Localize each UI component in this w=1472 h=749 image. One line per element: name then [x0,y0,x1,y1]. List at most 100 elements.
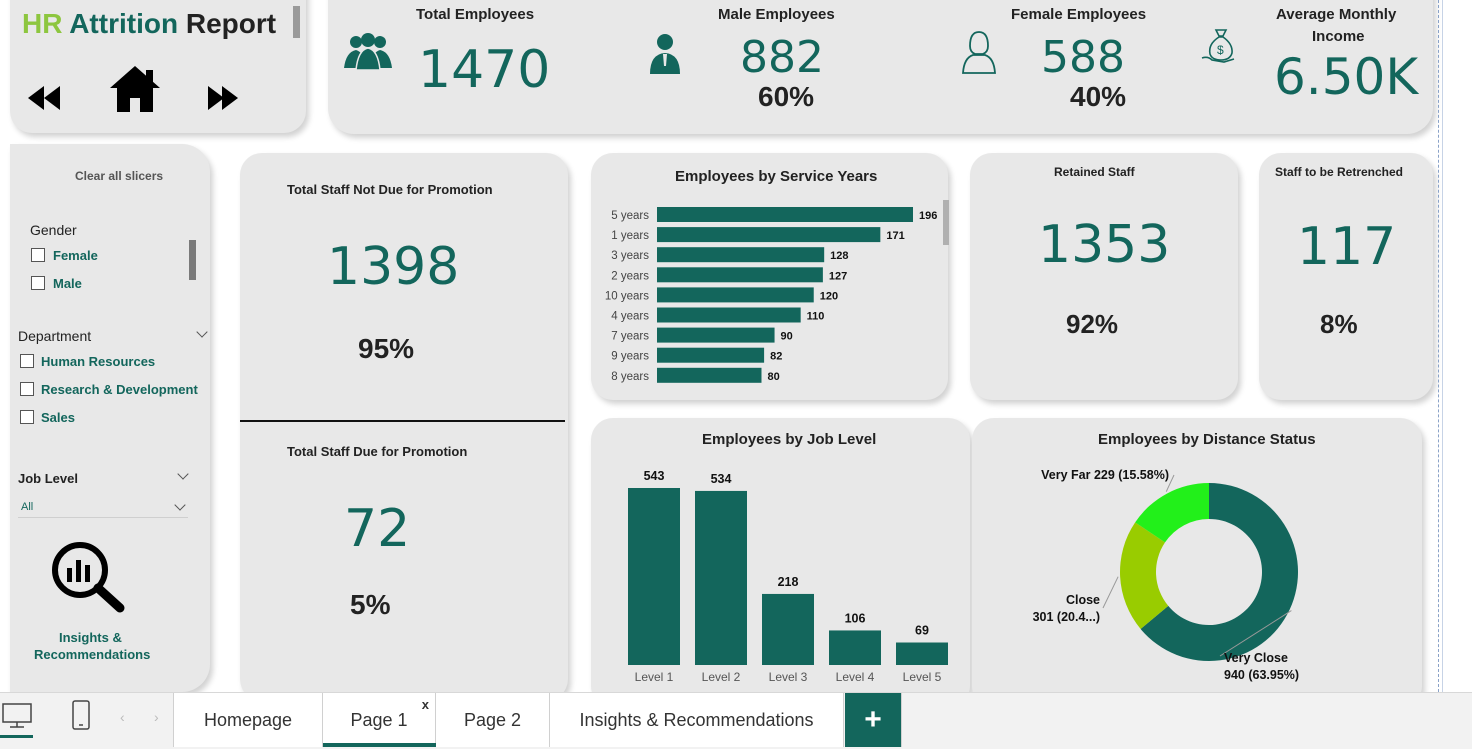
distance-card: Employees by Distance Status Very Close 9… [972,418,1422,692]
tab-insights[interactable]: Insights & Recommendations [550,693,844,747]
job-level-data-label: 106 [845,611,866,625]
service-years-bar[interactable] [657,247,825,263]
distance-donut-chart: Very Close 940 (63.95%) Close 301 (20.4...)… [1033,468,1299,682]
department-rd-label[interactable]: Research & Development [41,382,198,397]
add-page-plus-icon: + [864,703,882,736]
male-employees-label: Male Employees [718,6,835,23]
kpi-card: Total Employees 1470 Male Employees 882 … [328,0,1433,134]
gender-male-checkbox[interactable] [31,276,45,290]
job-level-data-label: 69 [915,624,929,638]
title-attrition: Attrition [69,8,179,39]
total-employees-value: 1470 [418,40,551,100]
desktop-view-indicator [0,735,33,738]
canvas-edge-line [1438,0,1439,692]
service-years-scrollbar[interactable] [943,200,949,245]
service-years-tick-label: 9 years [611,351,649,363]
tab-insights-label: Insights & Recommendations [579,709,814,730]
tab-page-2[interactable]: Page 2 [436,693,550,747]
female-employees-pct: 40% [1070,81,1127,112]
income-label-line1: Average Monthly [1276,6,1397,23]
fast-forward-icon[interactable] [206,86,240,110]
service-years-bar[interactable] [657,367,762,383]
department-slicer-title: Department [18,328,92,344]
job-level-bar[interactable] [628,488,680,665]
rewind-icon[interactable] [28,86,62,110]
department-hr-label[interactable]: Human Resources [41,354,155,369]
job-level-bar[interactable] [762,593,814,665]
service-years-bar[interactable] [657,267,823,283]
analytics-search-icon[interactable] [50,540,128,614]
gender-female-checkbox[interactable] [31,248,45,262]
gender-female-label[interactable]: Female [53,248,98,263]
active-tab-indicator [323,743,436,747]
distance-chart-title: Employees by Distance Status [1098,431,1316,448]
add-page-button[interactable]: + [845,693,902,747]
service-years-data-label: 120 [820,290,838,302]
service-years-tick-label: 1 years [611,230,649,242]
service-years-data-label: 128 [830,250,848,262]
report-title: HR Attrition Report [22,8,276,40]
service-years-data-label: 110 [807,311,825,323]
job-level-dropdown[interactable]: All [18,498,188,518]
department-rd-checkbox[interactable] [20,382,34,396]
distance-data-label: Very Far 229 (15.58%) [1041,468,1169,482]
gender-male-label[interactable]: Male [53,276,82,291]
male-icon [650,34,680,74]
insights-link-line1[interactable]: Insights & [59,630,122,645]
tab-page-1-label: Page 1 [350,709,408,730]
service-years-bar[interactable] [657,287,814,303]
report-canvas: HR Attrition Report Total Employees 1470… [0,0,1472,692]
job-level-tick-label: Level 5 [903,670,942,684]
income-value: 6.50K [1274,48,1419,106]
service-years-data-label: 127 [829,270,847,282]
distance-data-label: Very Close [1224,651,1288,665]
title-card: HR Attrition Report [10,0,306,133]
title-hr: HR [22,8,63,39]
job-level-bar[interactable] [695,490,747,665]
service-years-bar[interactable] [657,227,881,243]
total-employees-label: Total Employees [416,6,535,23]
service-years-bar[interactable] [657,327,775,343]
department-chevron-icon[interactable] [196,326,208,338]
male-employees-pct: 60% [758,81,815,112]
service-years-bar[interactable] [657,307,801,323]
title-scrollbar[interactable] [293,6,300,38]
department-hr-checkbox[interactable] [20,354,34,368]
tab-page-1-close-icon[interactable]: x [422,697,429,712]
job-level-bar[interactable] [896,642,948,665]
department-sales-label[interactable]: Sales [41,410,75,425]
female-employees-value: 588 [1041,32,1125,83]
phone-icon[interactable] [72,700,90,730]
desktop-icon[interactable] [2,703,32,729]
gender-slicer-scrollbar[interactable] [189,240,196,280]
job-level-collapse-chevron-icon[interactable] [177,468,189,480]
retained-card: Retained Staff 1353 92% [970,153,1238,400]
service-years-bar[interactable] [657,207,913,222]
distance-data-label: Close [1066,593,1100,607]
service-years-tick-label: 5 years [611,210,649,222]
job-level-selected: All [21,501,34,513]
job-level-card: Employees by Job Level 543 Level 1 534 Leve… [591,418,970,692]
not-due-promotion-value: 1398 [327,237,460,297]
slicer-panel: Clear all slicers Gender Female Male Dep… [10,144,210,692]
tab-homepage[interactable]: Homepage [173,693,323,747]
service-years-data-label: 90 [781,331,793,343]
insights-link-line2[interactable]: Recommendations [34,647,150,662]
service-years-bar[interactable] [657,347,765,363]
department-sales-checkbox[interactable] [20,410,34,424]
job-level-data-label: 543 [644,469,665,483]
job-level-bar[interactable] [829,630,881,665]
distance-leader-line [1102,576,1119,609]
job-level-data-label: 534 [711,472,732,486]
clear-slicers-button[interactable]: Clear all slicers [75,169,163,183]
retrenched-value: 117 [1297,217,1397,277]
service-years-tick-label: 7 years [611,331,649,343]
tab-page-1[interactable]: Page 1 x [323,693,436,747]
not-due-promotion-label: Total Staff Not Due for Promotion [287,182,493,197]
home-icon[interactable] [108,64,162,114]
next-page-chevron-icon[interactable]: › [154,709,159,725]
service-years-data-label: 171 [886,230,904,242]
prev-page-chevron-icon[interactable]: ‹ [120,709,125,725]
tab-homepage-label: Homepage [203,709,293,730]
retained-value: 1353 [1038,215,1171,275]
